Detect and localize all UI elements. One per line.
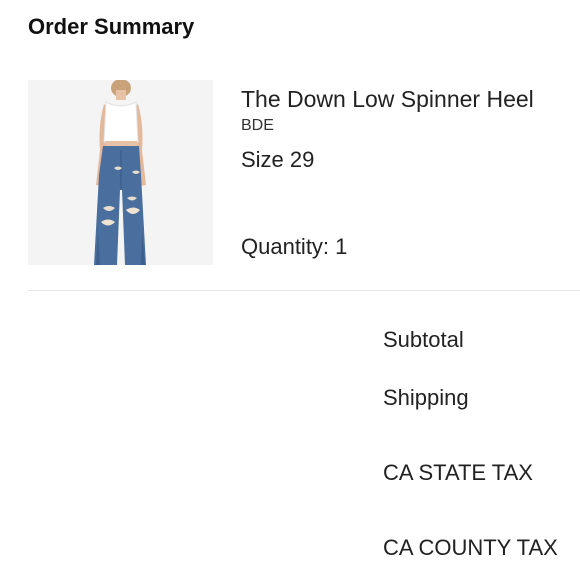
ca-county-tax-label: CA COUNTY TAX xyxy=(383,535,558,560)
product-brand: BDE xyxy=(241,117,274,134)
divider xyxy=(28,290,580,291)
product-quantity: Quantity: 1 xyxy=(241,234,348,259)
order-summary-title: Order Summary xyxy=(28,14,195,39)
subtotal-label: Subtotal xyxy=(383,327,464,352)
product-name[interactable]: The Down Low Spinner Heel xyxy=(241,86,534,113)
product-photo-icon xyxy=(28,80,213,265)
ca-state-tax-label: CA STATE TAX xyxy=(383,460,533,485)
product-size: Size 29 xyxy=(241,147,315,172)
shipping-label: Shipping xyxy=(383,385,469,410)
product-image[interactable] xyxy=(28,80,213,265)
